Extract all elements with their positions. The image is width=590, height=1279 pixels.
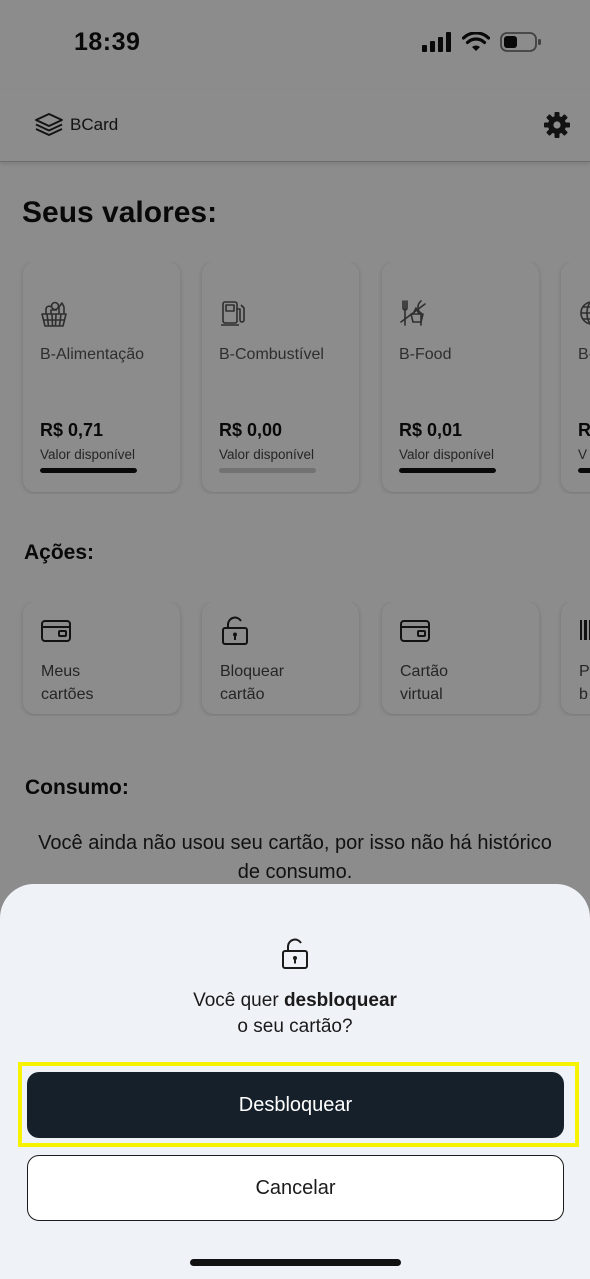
home-indicator xyxy=(190,1259,401,1266)
unlock-button[interactable]: Desbloquear xyxy=(27,1072,564,1138)
question-prefix: Você quer xyxy=(193,990,279,1011)
unlock-icon xyxy=(282,938,308,969)
unlock-question: Você quer desbloquear o seu cartão? xyxy=(0,988,590,1040)
cancel-button[interactable]: Cancelar xyxy=(27,1155,564,1221)
question-suffix: o seu cartão? xyxy=(237,1016,353,1037)
question-bold: desbloquear xyxy=(283,990,397,1011)
unlock-bottom-sheet: Você quer desbloquear o seu cartão? Desb… xyxy=(0,884,590,1279)
